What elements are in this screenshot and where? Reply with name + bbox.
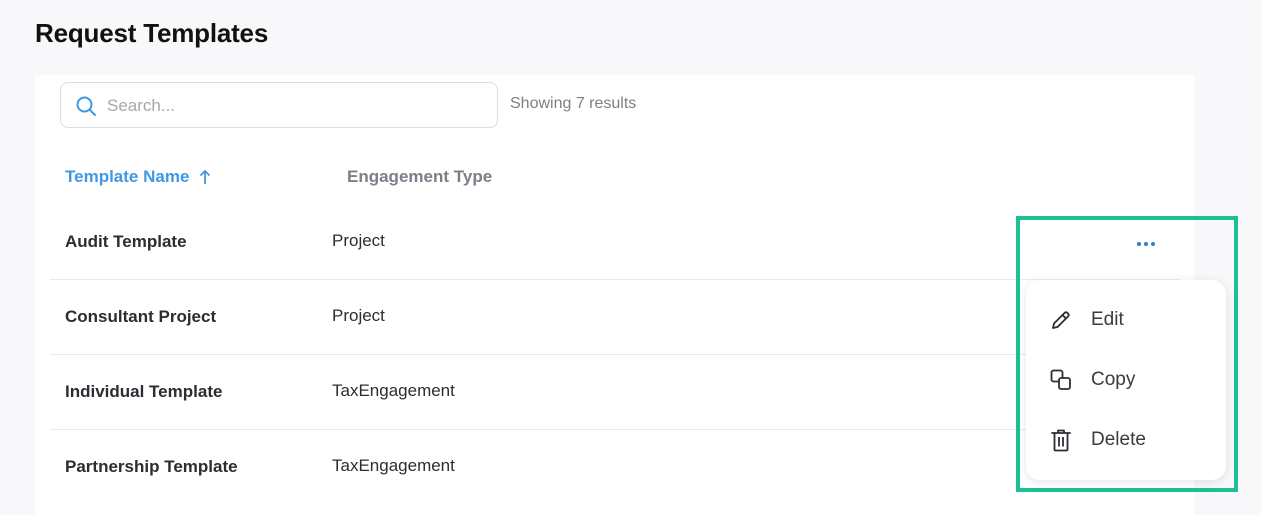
column-header-engagement-type[interactable]: Engagement Type xyxy=(347,167,492,187)
more-actions-button[interactable] xyxy=(1133,232,1159,256)
row-actions-menu: Edit Copy Delete xyxy=(1026,280,1226,480)
search-field[interactable] xyxy=(60,82,498,128)
column-header-template-name[interactable]: Template Name xyxy=(65,167,211,187)
more-dot xyxy=(1151,242,1155,246)
table-row[interactable]: Partnership Template TaxEngagement xyxy=(50,430,1180,505)
menu-item-label: Copy xyxy=(1091,369,1136,390)
search-icon xyxy=(76,96,96,116)
results-count: Showing 7 results xyxy=(510,95,637,112)
table-body: Audit Template Project Consultant Projec… xyxy=(50,205,1180,505)
menu-item-label: Delete xyxy=(1091,429,1146,450)
menu-item-label: Edit xyxy=(1091,309,1124,330)
engagement-type-cell: TaxEngagement xyxy=(332,456,455,475)
template-name-cell: Consultant Project xyxy=(65,307,217,326)
search-input[interactable] xyxy=(107,93,487,119)
template-name-cell: Partnership Template xyxy=(65,457,238,476)
engagement-type-cell: Project xyxy=(332,231,385,250)
table-row[interactable]: Individual Template TaxEngagement xyxy=(50,355,1180,430)
menu-item-copy[interactable]: Copy xyxy=(1026,352,1226,408)
sort-ascending-icon xyxy=(200,169,211,184)
more-dot xyxy=(1137,242,1141,246)
menu-item-delete[interactable]: Delete xyxy=(1026,412,1226,468)
template-name-cell: Individual Template xyxy=(65,382,223,401)
table-row[interactable]: Consultant Project Project xyxy=(50,280,1180,355)
template-name-cell: Audit Template xyxy=(65,232,187,251)
more-dot xyxy=(1144,242,1148,246)
menu-item-edit[interactable]: Edit xyxy=(1026,292,1226,348)
pencil-icon xyxy=(1048,307,1074,333)
table-row[interactable]: Audit Template Project xyxy=(50,205,1180,280)
page-title: Request Templates xyxy=(35,18,269,48)
trash-icon xyxy=(1048,427,1074,453)
copy-icon xyxy=(1048,367,1074,393)
engagement-type-cell: Project xyxy=(332,306,385,325)
column-header-label: Template Name xyxy=(65,167,190,186)
engagement-type-cell: TaxEngagement xyxy=(332,381,455,400)
